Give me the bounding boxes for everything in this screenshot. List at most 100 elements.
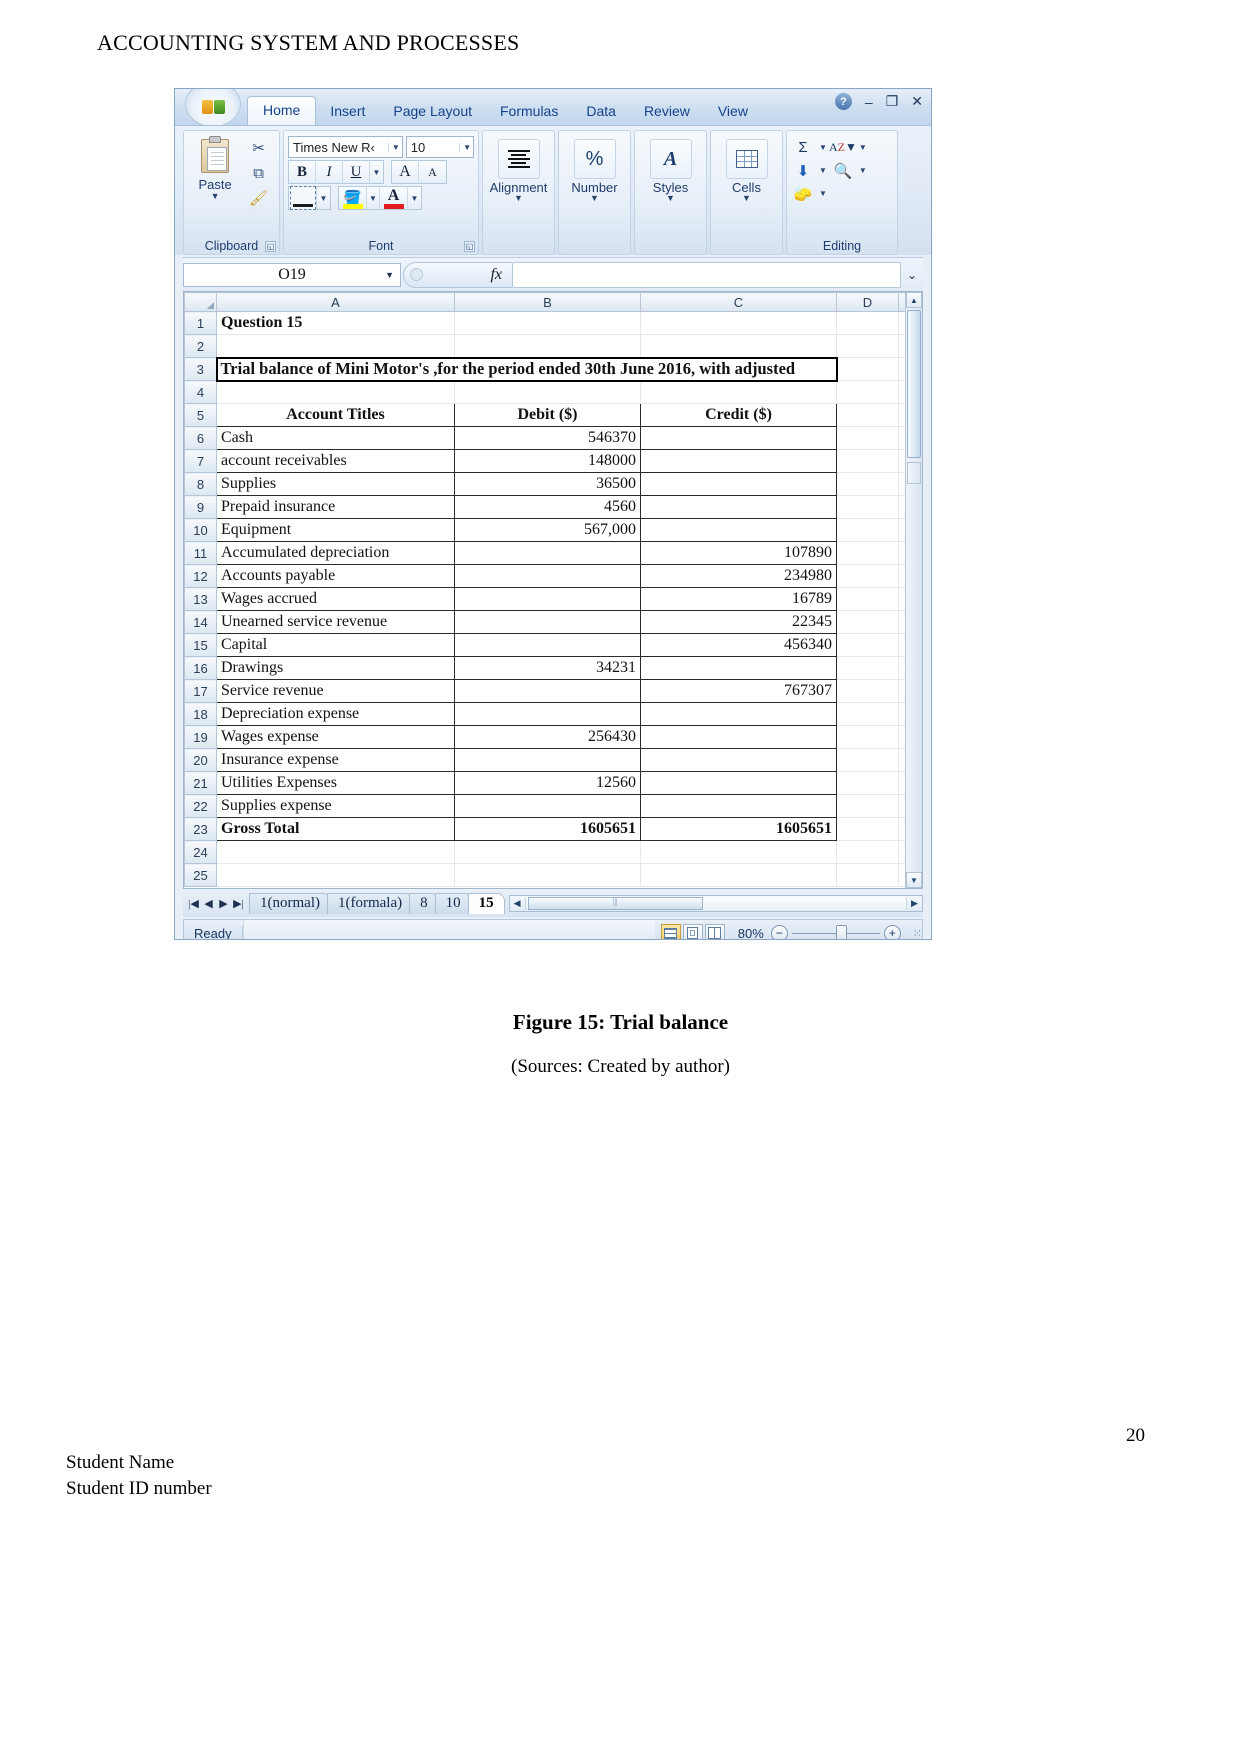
cut-icon[interactable]: ✂ — [247, 137, 271, 159]
cell-debit[interactable]: 256430 — [454, 725, 641, 749]
autosum-chevron-down-icon[interactable]: ▼ — [819, 143, 827, 152]
row-header[interactable]: 6 — [184, 426, 217, 450]
underline-button[interactable]: U — [343, 160, 370, 184]
chevron-down-icon[interactable]: ▼ — [387, 142, 400, 152]
cell-credit[interactable]: 234980 — [640, 564, 837, 588]
row-header[interactable]: 22 — [184, 794, 217, 818]
cell-account[interactable]: Accumulated depreciation — [216, 541, 455, 565]
cell-credit[interactable] — [640, 863, 837, 887]
ribbon-tab-home[interactable]: Home — [247, 96, 317, 125]
sheet-tab-1-formala[interactable]: 1(formala) — [326, 892, 414, 914]
column-header-a[interactable]: A — [216, 292, 455, 312]
cell-d[interactable] — [836, 863, 899, 887]
cell-account[interactable]: Cash — [216, 426, 455, 450]
cell-debit[interactable]: 1605651 — [454, 817, 641, 841]
cell-account[interactable]: Prepaid insurance — [216, 495, 455, 519]
cell-credit[interactable] — [640, 656, 837, 680]
cell-d[interactable] — [836, 380, 899, 404]
font-size-combo[interactable]: 10 ▼ — [405, 136, 474, 158]
fill-down-icon[interactable]: ⬇ — [791, 160, 815, 181]
cell-account[interactable]: Wages accrued — [216, 587, 455, 611]
scroll-up-icon[interactable]: ▲ — [906, 292, 922, 308]
cell-account[interactable]: Unearned service revenue — [216, 610, 455, 634]
row-header[interactable]: 3 — [184, 357, 217, 381]
minimize-button[interactable]: – — [865, 94, 873, 110]
row-header[interactable]: 15 — [184, 633, 217, 657]
sort-filter-icon[interactable]: AZ ▼ — [829, 137, 857, 158]
cell-d[interactable] — [836, 794, 899, 818]
scroll-down-icon[interactable]: ▼ — [906, 872, 922, 888]
alignment-chevron-down-icon[interactable]: ▼ — [514, 194, 523, 203]
cell-account[interactable]: account receivables — [216, 449, 455, 473]
row-header[interactable]: 1 — [184, 311, 217, 335]
column-header-c[interactable]: C — [640, 292, 837, 312]
cell-d[interactable] — [836, 725, 899, 749]
font-color-chevron-down-icon[interactable]: ▼ — [408, 186, 421, 210]
cell-credit[interactable] — [640, 426, 837, 450]
cell-credit[interactable] — [640, 748, 837, 772]
cell-debit[interactable]: 4560 — [454, 495, 641, 519]
next-sheet-icon[interactable]: ▶ — [217, 897, 230, 910]
italic-button[interactable]: I — [316, 160, 343, 184]
underline-chevron-down-icon[interactable]: ▼ — [370, 160, 383, 184]
cell-d[interactable] — [836, 679, 899, 703]
row-header[interactable]: 14 — [184, 610, 217, 634]
first-sheet-icon[interactable]: |◀ — [187, 897, 200, 910]
vertical-scroll-split[interactable] — [907, 462, 921, 484]
ribbon-tab-insert[interactable]: Insert — [316, 98, 379, 125]
cell-debit-header[interactable]: Debit ($) — [454, 403, 641, 427]
chevron-down-icon[interactable]: ▼ — [459, 142, 471, 152]
eraser-icon[interactable]: 🧽 — [791, 183, 815, 204]
cell-account[interactable]: Equipment — [216, 518, 455, 542]
vertical-scroll-thumb[interactable] — [907, 310, 921, 458]
cell-d[interactable] — [836, 426, 899, 450]
cell-d[interactable] — [836, 518, 899, 542]
cell-credit[interactable] — [640, 840, 837, 864]
sheet-tab-10[interactable]: 10 — [434, 892, 472, 914]
cell-account[interactable] — [216, 863, 455, 887]
cell-d[interactable] — [836, 633, 899, 657]
insert-function-button[interactable]: fx — [403, 261, 513, 288]
cell-account[interactable]: Supplies expense — [216, 794, 455, 818]
row-header[interactable]: 17 — [184, 679, 217, 703]
styles-chevron-down-icon[interactable]: ▼ — [666, 194, 675, 203]
chevron-down-icon[interactable]: ▼ — [211, 192, 220, 201]
vertical-scrollbar[interactable]: ▲ ▼ — [905, 292, 922, 888]
cell-debit[interactable]: 148000 — [454, 449, 641, 473]
cell-title[interactable]: Trial balance of Mini Motor's ,for the p… — [215, 356, 838, 382]
copy-icon[interactable]: ⧉ — [247, 162, 271, 184]
cell-credit[interactable]: 767307 — [640, 679, 837, 703]
row-header[interactable]: 24 — [184, 840, 217, 864]
prev-sheet-icon[interactable]: ◀ — [202, 897, 215, 910]
row-header[interactable]: 25 — [184, 863, 217, 887]
name-box[interactable]: O19 ▼ — [183, 262, 401, 287]
help-icon[interactable]: ? — [834, 93, 852, 110]
zoom-thumb[interactable] — [835, 924, 847, 939]
cell-d[interactable] — [836, 472, 899, 496]
ribbon-tab-data[interactable]: Data — [572, 98, 630, 125]
cell-credit[interactable] — [640, 334, 837, 358]
clear-chevron-down-icon[interactable]: ▼ — [819, 189, 827, 198]
row-header[interactable]: 19 — [184, 725, 217, 749]
cell-d[interactable] — [836, 357, 899, 381]
cell-debit[interactable] — [454, 564, 641, 588]
sheet-tab-15[interactable]: 15 — [467, 892, 505, 914]
cell-d[interactable] — [836, 610, 899, 634]
cell-debit[interactable]: 546370 — [454, 426, 641, 450]
normal-view-button[interactable] — [660, 924, 681, 939]
row-header[interactable]: 21 — [184, 771, 217, 795]
font-color-button[interactable]: A — [380, 186, 408, 210]
cell-debit[interactable]: 36500 — [454, 472, 641, 496]
row-header[interactable]: 9 — [184, 495, 217, 519]
row-header[interactable]: 18 — [184, 702, 217, 726]
cell-debit[interactable] — [454, 380, 641, 404]
cell-debit[interactable] — [454, 587, 641, 611]
cell-account[interactable]: Drawings — [216, 656, 455, 680]
restore-button[interactable]: ❐ — [886, 93, 899, 110]
cell-debit[interactable] — [454, 863, 641, 887]
cell-credit[interactable] — [640, 495, 837, 519]
row-header[interactable]: 8 — [184, 472, 217, 496]
cell-account[interactable]: Wages expense — [216, 725, 455, 749]
scroll-left-icon[interactable]: ◀ — [510, 898, 525, 909]
cell-credit[interactable] — [640, 380, 837, 404]
